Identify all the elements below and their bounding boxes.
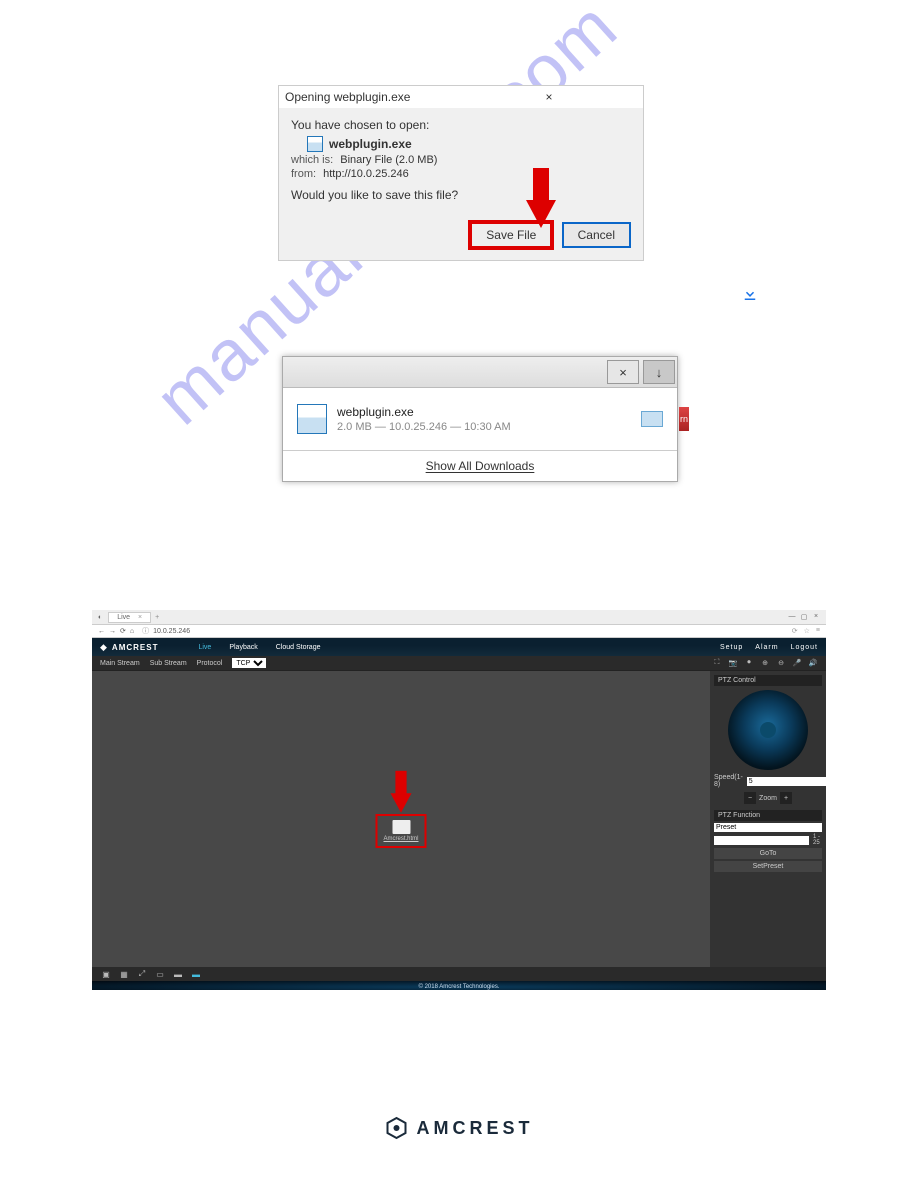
zoom-out-button[interactable]: − [744, 792, 756, 804]
show-all-downloads-link[interactable]: Show All Downloads [426, 459, 535, 473]
folder-icon [392, 820, 410, 834]
zoom-label: Zoom [762, 792, 774, 804]
dialog-chosen-text: You have chosen to open: [291, 118, 631, 132]
which-is-label: which is: [291, 154, 333, 166]
nav-cloud[interactable]: Cloud Storage [276, 644, 321, 651]
ptz-wheel[interactable] [728, 690, 808, 770]
window-close-icon[interactable]: × [812, 613, 820, 621]
nav-logout[interactable]: Logout [791, 644, 818, 651]
ptz-sidebar: PTZ Control Speed(1-8) − Zoom + PTZ Func… [710, 671, 826, 967]
toolbar-mic-icon[interactable]: 🎤 [792, 658, 802, 668]
preset-select[interactable] [714, 823, 822, 832]
open-file-dialog: Opening webplugin.exe × You have chosen … [278, 85, 644, 261]
footer-brand: AMCREST [385, 1116, 534, 1140]
ptz-function-title: PTZ Function [714, 810, 822, 821]
browser-menu-icon[interactable]: ≡ [816, 627, 820, 635]
preset-range: 1 - 25 [813, 834, 822, 846]
close-icon[interactable]: × [461, 90, 637, 104]
toolbar-speaker-icon[interactable]: 🔊 [808, 658, 818, 668]
ptz-speed-label: Speed(1-8) [714, 774, 743, 788]
nav-back-icon[interactable]: ← [98, 628, 105, 635]
nav-setup[interactable]: Setup [720, 644, 743, 651]
download-item[interactable]: webplugin.exe 2.0 MB — 10.0.25.246 — 10:… [283, 388, 677, 450]
main-stream-button[interactable]: Main Stream [100, 660, 140, 667]
ptz-control-title: PTZ Control [714, 675, 822, 686]
toolbar-zoom-in-icon[interactable]: ⊕ [760, 658, 770, 668]
annotation-arrow-icon [526, 200, 556, 228]
annotation-arrow-icon [391, 794, 412, 814]
tab-close-icon[interactable]: × [138, 614, 142, 621]
plugin-install-link[interactable]: Amcrest.html [383, 836, 418, 842]
layout-wide-icon[interactable]: ▭ [154, 969, 166, 979]
download-filename: webplugin.exe [337, 405, 641, 419]
brand-label: AMCREST [112, 643, 159, 652]
downloads-panel: × ↓ webplugin.exe 2.0 MB — 10.0.25.246 —… [282, 356, 678, 482]
goto-button[interactable]: GoTo [714, 848, 822, 859]
nav-alarm[interactable]: Alarm [755, 644, 778, 651]
layout-2-icon[interactable]: ▦ [118, 969, 130, 979]
nav-reload-icon[interactable]: ⟳ [120, 627, 126, 635]
preset-number-input[interactable] [714, 836, 809, 845]
amcrest-web-ui: ◐ Live × + — ▢ × ← → ⟳ ⌂ ⓘ 10.0.25.246 ⟳… [92, 610, 826, 990]
video-area: Amcrest.html [92, 671, 710, 967]
zoom-in-button[interactable]: + [780, 792, 792, 804]
ptz-speed-input[interactable] [747, 777, 826, 786]
toolbar-downloads-button[interactable]: ↓ [643, 360, 675, 384]
protocol-select[interactable]: TCP [232, 658, 266, 668]
file-icon [307, 136, 323, 152]
toolbar-close-button[interactable]: × [607, 360, 639, 384]
layout-active-icon[interactable]: ▬ [190, 969, 202, 979]
layout-aux-icon[interactable]: ▬ [172, 969, 184, 979]
toolbar-snapshot-icon[interactable]: 📷 [728, 658, 738, 668]
dialog-title: Opening webplugin.exe [285, 90, 461, 104]
download-arrow-icon [738, 282, 762, 306]
which-is-value: Binary File (2.0 MB) [340, 154, 437, 166]
browser-reload-icon[interactable]: ⟳ [792, 627, 798, 635]
dialog-save-question: Would you like to save this file? [291, 188, 631, 202]
address-bar[interactable]: 10.0.25.246 [153, 628, 190, 635]
open-folder-icon[interactable] [641, 411, 663, 427]
dialog-filename: webplugin.exe [329, 137, 412, 151]
nav-forward-icon[interactable]: → [109, 628, 116, 635]
toolbar-zoom-out-icon[interactable]: ⊖ [776, 658, 786, 668]
window-maximize-icon[interactable]: ▢ [800, 613, 808, 621]
nav-live[interactable]: Live [198, 644, 211, 651]
browser-star-icon[interactable]: ☆ [804, 627, 810, 635]
copyright-footer: © 2018 Amcrest Technologies. [92, 981, 826, 990]
browser-tab[interactable]: Live × [108, 612, 151, 623]
toolbar-fullscreen-icon[interactable]: ⛶ [712, 658, 722, 668]
brand-logo-icon [385, 1116, 409, 1140]
cancel-button[interactable]: Cancel [562, 222, 631, 248]
plugin-install-box[interactable]: Amcrest.html [375, 814, 426, 848]
setpreset-button[interactable]: SetPreset [714, 861, 822, 872]
nav-home-icon[interactable]: ⌂ [130, 628, 134, 635]
file-icon [297, 404, 327, 434]
download-meta: 2.0 MB — 10.0.25.246 — 10:30 AM [337, 421, 641, 433]
protocol-label: Protocol [197, 660, 223, 667]
toolbar-record-icon[interactable]: ⏺ [744, 658, 754, 668]
browser-edge-stub: rn [679, 407, 689, 431]
from-label: from: [291, 168, 316, 180]
from-value: http://10.0.25.246 [323, 168, 409, 180]
sub-stream-button[interactable]: Sub Stream [150, 660, 187, 667]
tab-add-icon[interactable]: + [155, 614, 159, 621]
layout-fs-icon[interactable]: ⤢ [136, 969, 148, 979]
window-minimize-icon[interactable]: — [788, 613, 796, 621]
layout-1-icon[interactable]: ▣ [100, 969, 112, 979]
nav-playback[interactable]: Playback [229, 644, 257, 651]
